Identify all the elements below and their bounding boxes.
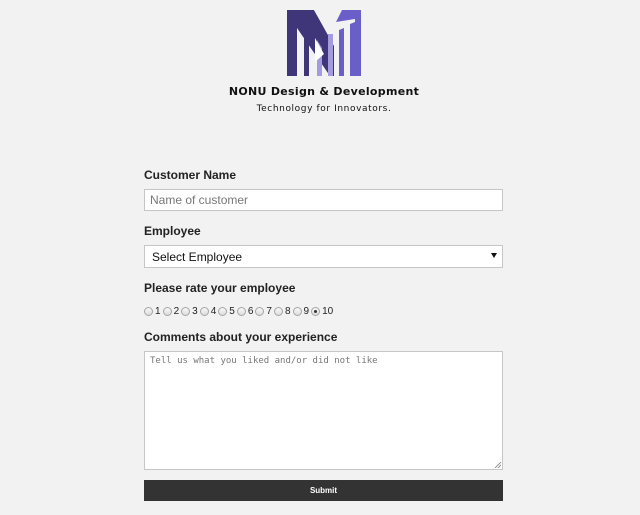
comments-wrapper (144, 351, 503, 470)
employee-select[interactable]: Select Employee (144, 245, 503, 268)
customer-name-input[interactable] (144, 189, 503, 211)
employee-select-value: Select Employee (152, 250, 243, 264)
logo-right-bar (355, 10, 361, 76)
rating-option-4[interactable]: 4 (199, 305, 217, 317)
rating-radio-6[interactable] (236, 306, 246, 316)
company-logo (287, 10, 361, 76)
rating-label: Please rate your employee (144, 281, 296, 295)
comments-textarea[interactable] (144, 351, 503, 470)
customer-name-label: Customer Name (144, 168, 237, 182)
resize-handle-icon[interactable] (495, 462, 501, 468)
rating-radio-3[interactable] (181, 306, 191, 316)
rating-option-label: 10 (322, 305, 334, 317)
rating-option-label: 5 (229, 305, 235, 317)
rating-option-label: 7 (266, 305, 272, 317)
rating-option-label: 9 (303, 305, 310, 317)
rating-option-3[interactable]: 3 (181, 306, 198, 317)
rating-option-8[interactable]: 8 (273, 305, 291, 317)
chevron-down-icon (491, 253, 497, 258)
rating-radio-1[interactable] (144, 306, 153, 316)
rating-option-9[interactable]: 9 (292, 305, 310, 317)
rating-option-label: 2 (173, 305, 180, 317)
rating-option-label: 8 (284, 305, 291, 317)
rating-radio-8[interactable] (273, 306, 283, 316)
rating-radio-2[interactable] (162, 306, 172, 316)
rating-radio-9[interactable] (292, 306, 302, 316)
rating-option-label: 6 (247, 305, 254, 317)
logo-stripe-4 (339, 28, 344, 76)
brand-tagline: Technology for Innovators. (256, 104, 392, 114)
rating-option-10[interactable]: 10 (311, 306, 333, 317)
submit-button[interactable]: Submit (144, 480, 503, 501)
rating-option-label: 3 (192, 305, 198, 317)
rating-option-6[interactable]: 6 (236, 305, 254, 317)
rating-option-5[interactable]: 5 (218, 306, 235, 317)
rating-radio-7[interactable] (255, 306, 265, 316)
rating-radio-5[interactable] (218, 306, 228, 316)
rating-option-2[interactable]: 2 (162, 305, 180, 317)
rating-option-7[interactable]: 7 (255, 306, 272, 317)
logo-stripe-3 (328, 34, 333, 76)
brand-title: NONU Design & Development (228, 85, 420, 98)
logo-left-bar (287, 10, 297, 76)
logo-stripe-5 (350, 22, 355, 76)
rating-radio-group: 1 2 3 4 5 6 7 8 9 10 (144, 305, 335, 317)
rating-option-label: 1 (155, 305, 161, 317)
rating-option-label: 4 (210, 305, 217, 317)
employee-label: Employee (144, 224, 201, 238)
comments-label: Comments about your experience (144, 330, 338, 344)
rating-radio-4[interactable] (199, 306, 209, 316)
rating-option-1[interactable]: 1 (144, 306, 161, 317)
rating-radio-10[interactable] (311, 306, 321, 316)
